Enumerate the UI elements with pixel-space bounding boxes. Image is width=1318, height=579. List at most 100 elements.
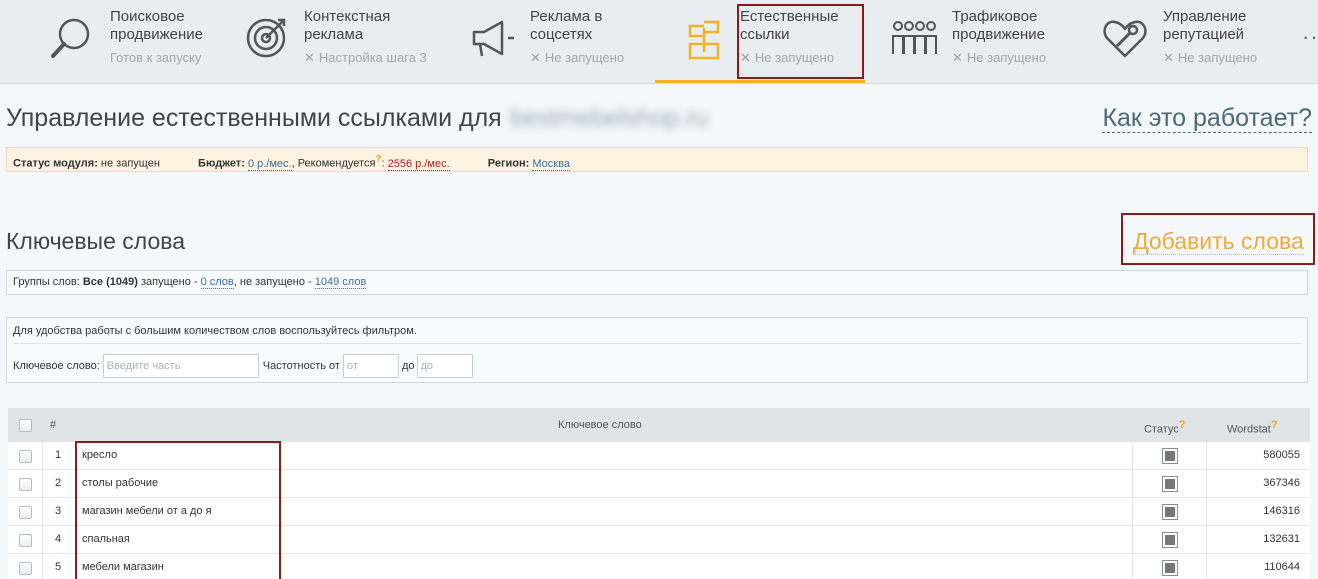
divider <box>1206 554 1207 579</box>
nav-item-title: Трафиковое продвижение <box>952 8 1045 43</box>
divider <box>42 526 43 553</box>
keyword-filter-label: Ключевое слово: <box>13 360 100 372</box>
active-tab-underline <box>655 80 865 83</box>
row-checkbox[interactable] <box>19 478 32 491</box>
table-row[interactable]: 3 магазин мебели от а до я 146316 <box>8 498 1310 526</box>
nav-item-status-text: Не запущено <box>754 50 835 65</box>
select-all-checkbox[interactable] <box>19 419 32 432</box>
filter-row: Ключевое слово: Частотность от до <box>13 354 473 378</box>
module-status-bar: Статус модуля: не запущен Бюджет: 0 р./м… <box>6 147 1308 172</box>
divider <box>1132 498 1133 525</box>
people-icon <box>890 14 938 62</box>
nav-item-title: Поисковое продвижение <box>110 8 203 43</box>
top-navigation: Поисковое продвижение Готов к запуску Ко… <box>0 0 1318 84</box>
row-checkbox[interactable] <box>19 450 32 463</box>
close-icon: ✕ <box>952 50 963 65</box>
close-icon: ✕ <box>304 50 315 65</box>
table-row[interactable]: 1 кресло 580055 <box>8 442 1310 470</box>
add-words-button[interactable]: Добавить слова <box>1133 228 1304 255</box>
recommended-label: Рекомендуется <box>297 157 376 170</box>
recommended-budget-link[interactable]: 2556 р./мес. <box>387 157 450 171</box>
close-icon: ✕ <box>1163 50 1174 65</box>
nav-item-status-text: Настройка шага 3 <box>318 50 427 65</box>
row-keyword: мебели магазин <box>82 561 164 573</box>
frequency-from-input[interactable] <box>342 354 399 378</box>
status-indicator[interactable] <box>1162 448 1178 464</box>
frequency-to-label: до <box>401 360 415 372</box>
megaphone-icon <box>468 14 516 62</box>
close-icon: ✕ <box>740 50 751 65</box>
nav-item-status-text: Не запущено <box>1177 50 1258 65</box>
status-label: Статус модуля: <box>13 157 98 170</box>
divider <box>76 498 77 525</box>
launched-label: запущено - <box>140 276 198 288</box>
divider <box>1132 554 1133 579</box>
row-number: 5 <box>55 561 62 573</box>
divider <box>76 470 77 497</box>
column-status-label: Статус <box>1144 423 1179 436</box>
status-value: не запущен <box>100 157 160 170</box>
row-keyword: столы рабочие <box>82 477 159 489</box>
divider <box>76 554 77 579</box>
more-menu-button[interactable]: ·· <box>1302 24 1318 50</box>
budget-label: Бюджет: <box>198 157 245 170</box>
column-status[interactable]: Статус? <box>1144 408 1186 442</box>
nav-item-title: Управление репутацией <box>1163 8 1247 43</box>
keywords-title: Ключевые слова <box>6 228 185 254</box>
row-number: 2 <box>55 477 62 489</box>
nav-item-title: Реклама в соцсетях <box>530 8 603 43</box>
nav-item-status: ✕ Не запущено <box>740 50 834 66</box>
site-domain: bestmebelshop.ru <box>509 104 709 132</box>
column-wordstat-label: Wordstat <box>1227 423 1271 436</box>
keyword-filter-input[interactable] <box>102 354 259 378</box>
region-link[interactable]: Москва <box>532 157 570 171</box>
divider <box>1206 442 1207 469</box>
frequency-to-input[interactable] <box>416 354 473 378</box>
divider <box>76 526 77 553</box>
column-wordstat[interactable]: Wordstat? <box>1227 408 1278 442</box>
column-keyword[interactable]: Ключевое слово <box>558 408 642 442</box>
frequency-label: Частотность от <box>262 360 340 372</box>
row-checkbox[interactable] <box>19 534 32 547</box>
nav-item-status: ✕ Не запущено <box>530 50 624 66</box>
launched-words-link[interactable]: 0 слов <box>200 276 234 289</box>
status-indicator[interactable] <box>1162 560 1178 576</box>
table-row[interactable]: 5 мебели магазин 110644 <box>8 554 1310 579</box>
groups-prefix: Группы слов: <box>13 276 80 288</box>
nav-item-title: Контекстная реклама <box>304 8 391 43</box>
nav-item-status: ✕ Настройка шага 3 <box>304 50 427 66</box>
row-keyword: кресло <box>82 449 118 461</box>
row-wordstat: 110644 <box>1264 561 1300 573</box>
divider <box>42 442 43 469</box>
not-launched-words-link[interactable]: 1049 слов <box>314 276 367 289</box>
status-indicator[interactable] <box>1162 532 1178 548</box>
row-number: 4 <box>55 533 62 545</box>
target-icon <box>242 14 290 62</box>
plant-icon <box>680 14 728 62</box>
table-row[interactable]: 2 столы рабочие 367346 <box>8 470 1310 498</box>
close-icon: ✕ <box>530 50 541 65</box>
nav-item-status: ✕ Не запущено <box>1163 50 1257 66</box>
how-it-works-link[interactable]: Как это работает? <box>1102 104 1312 133</box>
row-checkbox[interactable] <box>19 506 32 519</box>
table-row[interactable]: 4 спальная 132631 <box>8 526 1310 554</box>
divider <box>1132 470 1133 497</box>
groups-all[interactable]: Все (1049) <box>83 276 138 288</box>
divider <box>42 498 43 525</box>
row-keyword: спальная <box>82 533 130 545</box>
row-checkbox[interactable] <box>19 562 32 575</box>
divider <box>13 343 1301 344</box>
page-title: Управление естественными ссылками для bes… <box>6 104 708 133</box>
heart-wrench-icon <box>1101 14 1149 62</box>
nav-item-status-text: Готов к запуску <box>110 50 202 65</box>
help-icon[interactable]: ? <box>1179 419 1186 431</box>
nav-item-status: Готов к запуску <box>110 50 201 65</box>
nav-item-status-text: Не запущено <box>544 50 625 65</box>
divider <box>1132 442 1133 469</box>
budget-link[interactable]: 0 р./мес. <box>247 157 292 171</box>
help-icon[interactable]: ? <box>1271 419 1278 431</box>
status-indicator[interactable] <box>1162 476 1178 492</box>
row-wordstat: 146316 <box>1263 505 1300 517</box>
status-indicator[interactable] <box>1162 504 1178 520</box>
row-wordstat: 367346 <box>1263 477 1300 489</box>
